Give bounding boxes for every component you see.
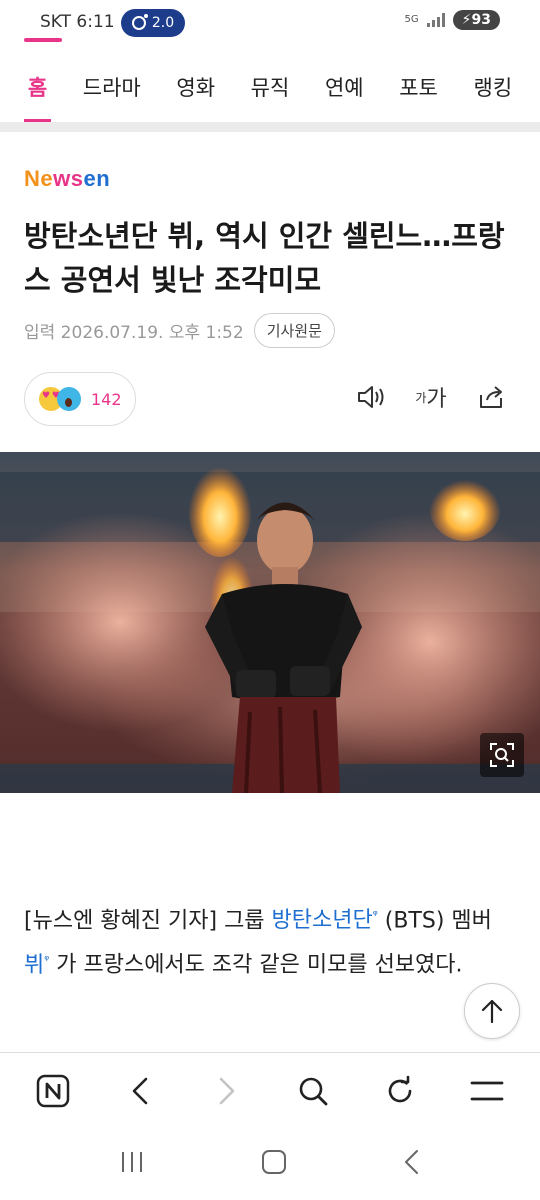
battery-indicator: ⚡93 [452, 10, 500, 30]
tab-ranking[interactable]: 랭킹 [474, 62, 513, 122]
browser-toolbar [0, 1052, 540, 1128]
menu-icon[interactable] [465, 1069, 509, 1113]
tab-drama[interactable]: 드라마 [83, 62, 141, 122]
logo-part-1: Ne [24, 166, 54, 191]
section-divider [0, 122, 540, 132]
link-bts-label: 방탄소년단 [271, 908, 373, 934]
speaker-icon[interactable] [356, 382, 386, 412]
publish-date: 입력 2026.07.19. 오후 1:52 [24, 322, 244, 343]
refresh-icon[interactable] [378, 1069, 422, 1113]
logo-part-3: en [83, 166, 111, 191]
logo-part-2: ws [53, 166, 84, 191]
link-v[interactable]: 뷔ᵠ [24, 952, 49, 978]
home-icon[interactable] [261, 1149, 287, 1179]
share-icon[interactable] [476, 382, 506, 412]
tab-music[interactable]: 뮤직 [251, 62, 290, 122]
category-tabs: 홈 드라마 영화 뮤직 연예 포토 랭킹 [0, 62, 540, 122]
zoom-icon[interactable] [480, 733, 524, 777]
system-navigation [0, 1128, 540, 1200]
concert-photo-image [0, 452, 540, 793]
tab-entertainment[interactable]: 연예 [325, 62, 364, 122]
forward-icon[interactable] [205, 1069, 249, 1113]
naver-home-icon[interactable] [31, 1069, 75, 1113]
tab-home[interactable]: 홈 [23, 62, 52, 122]
font-size-icon[interactable]: 가가 [415, 382, 447, 412]
battery-level: 93 [471, 12, 491, 28]
font-small-glyph: 가 [415, 390, 427, 405]
link-v-label: 뷔 [24, 952, 45, 978]
signal-icon [426, 13, 445, 27]
reaction-button[interactable]: 142 [24, 372, 136, 426]
status-bar: SKT 6:11 2.0 5G ⚡93 [0, 0, 540, 48]
search-icon[interactable] [291, 1069, 335, 1113]
pill-label: 2.0 [151, 15, 175, 31]
article-photo[interactable] [0, 452, 540, 793]
status-pill: 2.0 [121, 9, 185, 37]
reaction-count: 142 [91, 389, 122, 409]
article-body: [뉴스엔 황혜진 기자] 그룹 방탄소년단ᵠ (BTS) 멤버 뷔ᵠ 가 프랑스… [24, 896, 518, 985]
link-bts[interactable]: 방탄소년단ᵠ [272, 908, 378, 933]
press-logo[interactable]: Newsen [24, 166, 110, 192]
back-nav-icon[interactable] [402, 1149, 422, 1179]
body-text-3: 가 프랑스에서도 조각 같은 미모를 선보였다. [49, 952, 463, 978]
article-meta: 입력 2026.07.19. 오후 1:52 기사원문 [24, 312, 335, 348]
back-icon[interactable] [118, 1069, 162, 1113]
body-text-2: (BTS) 멤버 [377, 908, 492, 934]
tab-movie[interactable]: 영화 [176, 62, 215, 122]
recent-apps-icon[interactable] [118, 1150, 146, 1178]
article-tools: 가가 [356, 382, 506, 412]
network-label: 5G [404, 14, 419, 25]
tab-photo[interactable]: 포토 [399, 62, 438, 122]
active-indicator [24, 38, 62, 42]
original-article-button[interactable]: 기사원문 [253, 312, 335, 348]
carrier-time: SKT 6:11 [40, 12, 115, 32]
font-large-glyph: 가 [426, 387, 447, 412]
arrow-up-icon [481, 999, 503, 1024]
article-headline: 방탄소년단 뷔, 역시 인간 셀린느…프랑스 공연서 빛난 조각미모 [24, 219, 505, 297]
shocked-emoji-icon [57, 387, 81, 411]
body-text-1: [뉴스엔 황혜진 기자] 그룹 [24, 908, 272, 934]
pill-icon [131, 14, 148, 30]
scroll-to-top-button[interactable] [464, 983, 520, 1039]
status-icons: 5G ⚡93 [405, 10, 500, 30]
